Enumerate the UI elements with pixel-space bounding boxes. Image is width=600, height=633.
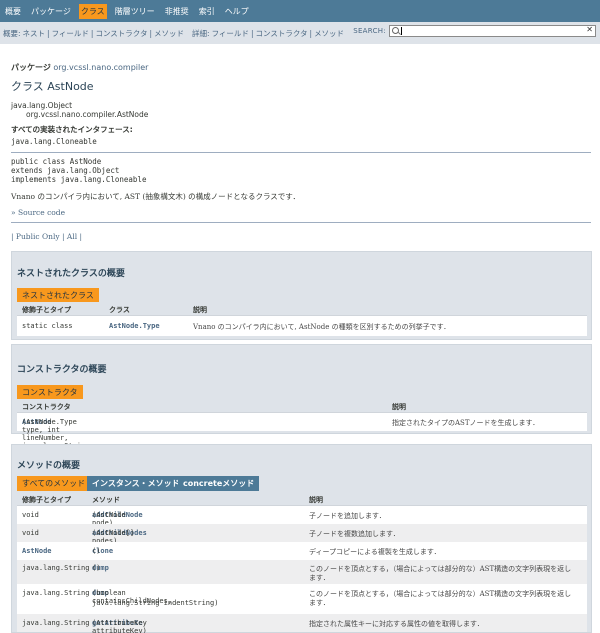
nav-overview[interactable]: 概要 xyxy=(3,4,23,19)
row-description: このノードを頂点とする，（場合によっては部分的な）AST構造の文字列表現を返し xyxy=(309,565,572,573)
col-description: 説明 xyxy=(309,496,323,504)
col-description: 説明 xyxy=(392,403,406,411)
summary-label: 概要: xyxy=(3,28,21,38)
page-title: クラス AstNode xyxy=(11,80,94,93)
search-label: SEARCH: xyxy=(353,27,386,35)
row-modifier: static class xyxy=(22,322,73,330)
row-modifier: void xyxy=(22,529,39,537)
inheritance-parent: java.lang.Object xyxy=(11,101,73,110)
text-caret xyxy=(401,27,402,35)
col-class: クラス xyxy=(109,306,130,314)
col-constructor: コンストラクタ xyxy=(22,403,71,411)
filter-sep: | xyxy=(77,232,83,241)
table-header: 修飾子とタイプ クラス 説明 xyxy=(17,302,587,316)
class-description: Vnano のコンパイラ内において, AST (抽象構文木) の構成ノードとなる… xyxy=(11,192,300,201)
search-input[interactable]: ✕ xyxy=(389,25,596,37)
row-description: 子ノードを追加します． xyxy=(309,512,386,520)
detail-constructor-link[interactable]: コンストラクタ xyxy=(255,28,307,39)
reset-icon[interactable]: ✕ xyxy=(586,25,593,34)
constructor-summary: コンストラクタの概要 コンストラクタ コンストラクタ 説明 AstNode (As… xyxy=(11,344,592,458)
return-type-link[interactable]: AstNode xyxy=(22,547,52,555)
search-icon xyxy=(392,27,399,34)
detail-field-link[interactable]: フィールド xyxy=(212,28,249,39)
interfaces-value: java.lang.Cloneable xyxy=(11,137,97,146)
detail-label: 詳細: xyxy=(192,28,210,38)
all-link[interactable]: All xyxy=(67,232,77,241)
nav-class[interactable]: クラス xyxy=(78,3,107,19)
col-description: 説明 xyxy=(193,306,207,314)
row-description: 指定されたタイプのASTノードを生成します． xyxy=(392,419,540,427)
package-link[interactable]: org.vcssl.nano.compiler xyxy=(53,63,148,72)
table-row: void addChildNode (AstNode node) 子ノードを追加し… xyxy=(17,506,587,527)
nav-deprecated[interactable]: 非推奨 xyxy=(163,4,191,19)
summary-nested-link[interactable]: ネスト xyxy=(23,28,46,39)
table-header: 修飾子とタイプ メソッド 説明 xyxy=(17,492,587,506)
row-description: 指定された属性キーに対応する属性の値を取得します． xyxy=(309,620,484,628)
source-code-link[interactable]: » Source code xyxy=(11,208,65,217)
declaration-line-1: public class AstNode xyxy=(11,157,102,166)
declaration-line-2: extends java.lang.Object xyxy=(11,166,120,175)
col-modifier: 修飾子とタイプ xyxy=(22,496,71,504)
row-description: 子ノードを複数追加します． xyxy=(309,530,400,538)
nested-class-summary: ネストされたクラスの概要 ネストされたクラス 修飾子とタイプ クラス 説明 st… xyxy=(11,251,592,340)
row-modifier: java.lang.String xyxy=(22,564,90,572)
package-line: パッケージ org.vcssl.nano.compiler xyxy=(11,62,148,73)
public-only-link[interactable]: Public Only xyxy=(16,232,60,241)
summary-method-link[interactable]: メソッド xyxy=(154,28,184,39)
summary-constructor-link[interactable]: コンストラクタ xyxy=(95,28,147,39)
method-params: () xyxy=(92,547,101,555)
table-row: java.lang.String dump (boolean containsCh… xyxy=(17,584,587,614)
tab-all-methods[interactable]: すべてのメソッド xyxy=(17,476,91,491)
method-params-cont: java.lang.String indentString) xyxy=(92,599,219,607)
section-title: ネストされたクラスの概要 xyxy=(17,269,125,279)
section-title: コンストラクタの概要 xyxy=(17,365,107,375)
row-description: このノードを頂点とする，（場合によっては部分的な）AST構造の文字列表現を返し xyxy=(309,590,572,598)
package-label: パッケージ xyxy=(11,63,51,72)
method-params: (AttributeKey attributeKey) xyxy=(92,619,147,633)
method-summary: メソッドの概要 すべてのメソッド インスタンス・メソッド concreteメソッ… xyxy=(11,444,592,633)
table-row: AstNode clone() ディープコピーによる複製を生成します． xyxy=(17,542,587,560)
row-description: Vnano のコンパイラ内において, AstNode の種類を区別するための列挙… xyxy=(193,323,451,331)
tab-instance-methods[interactable]: インスタンス・メソッド xyxy=(87,476,185,491)
top-navbar: 概要 パッケージ クラス 階層ツリー 非推奨 索引 ヘルプ xyxy=(0,0,600,22)
filter-sep: | xyxy=(59,232,67,241)
tab-constructors[interactable]: コンストラクタ xyxy=(17,385,83,399)
col-modifier: 修飾子とタイプ xyxy=(22,306,71,314)
table-row: void addChildNodes (AstNode[] nodes) 子ノード… xyxy=(17,524,587,545)
detail-method-link[interactable]: メソッド xyxy=(314,28,344,39)
divider xyxy=(11,152,591,153)
row-modifier: java.lang.String xyxy=(22,619,90,627)
table-row: AstNode (AstNode.Type type, int lineNumbe… xyxy=(17,413,587,458)
summary-field-link[interactable]: フィールド xyxy=(52,28,89,39)
method-params: () xyxy=(92,564,101,572)
table-header: コンストラクタ 説明 xyxy=(17,399,587,413)
row-description-cont: ます． xyxy=(309,599,330,607)
row-description-cont: ます． xyxy=(309,574,330,582)
nav-index[interactable]: 索引 xyxy=(197,4,217,19)
search-area: SEARCH: ✕ xyxy=(353,25,596,37)
row-modifier: java.lang.String xyxy=(22,589,90,597)
nav-help[interactable]: ヘルプ xyxy=(223,4,251,19)
divider xyxy=(11,222,591,223)
sub-navbar: 概要: ネスト | フィールド | コンストラクタ | メソッド 詳細: フィー… xyxy=(0,22,600,44)
row-modifier: void xyxy=(22,511,39,519)
interfaces-label: すべての実装されたインタフェース: xyxy=(11,125,133,134)
nav-tree[interactable]: 階層ツリー xyxy=(113,4,157,19)
inheritance-child: org.vcssl.nano.compiler.AstNode xyxy=(26,110,149,119)
tab-nested-classes[interactable]: ネストされたクラス xyxy=(17,288,99,302)
col-method: メソッド xyxy=(92,496,120,504)
nav-package[interactable]: パッケージ xyxy=(29,4,73,19)
visibility-filter: | Public Only | All | xyxy=(11,232,82,241)
section-title: メソッドの概要 xyxy=(17,461,81,471)
table-row: java.lang.String getAttribute (AttributeK… xyxy=(17,614,587,633)
row-description: ディープコピーによる複製を生成します． xyxy=(309,548,441,556)
declaration-line-3: implements java.lang.Cloneable xyxy=(11,175,147,184)
tab-concrete-methods[interactable]: concreteメソッド xyxy=(178,476,260,491)
table-row: java.lang.String dump() このノードを頂点とする，（場合に… xyxy=(17,560,587,584)
nested-class-link[interactable]: AstNode.Type xyxy=(109,322,160,330)
table-row: static class AstNode.Type Vnano のコンパイラ内に… xyxy=(17,316,587,336)
